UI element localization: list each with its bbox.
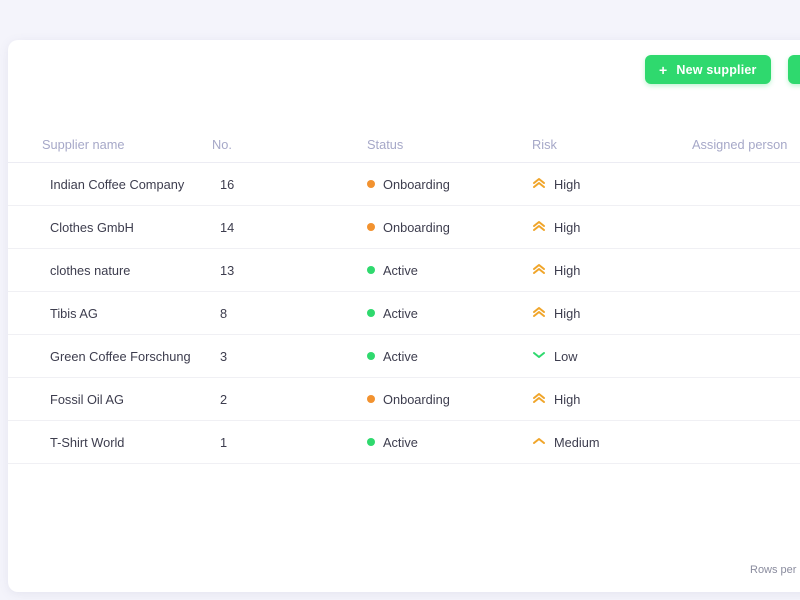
column-header-supplier-name[interactable]: Supplier name [8, 110, 212, 163]
cell-risk: High [532, 163, 692, 206]
cell-supplier-name: clothes nature [8, 249, 212, 292]
cell-assigned-person [692, 335, 800, 378]
table-body: Indian Coffee Company16OnboardingHighClo… [8, 163, 800, 464]
risk-label: Medium [554, 435, 600, 450]
risk-label: High [554, 177, 580, 192]
double-chevron-up-icon [532, 262, 546, 279]
cell-risk: Medium [532, 421, 692, 464]
cell-status: Active [367, 249, 532, 292]
status-label: Onboarding [383, 392, 450, 407]
status-dot-icon [367, 438, 375, 446]
cell-status: Onboarding [367, 378, 532, 421]
table-footer: Rows per page [8, 560, 800, 578]
cell-assigned-person [692, 249, 800, 292]
status-label: Onboarding [383, 220, 450, 235]
cell-risk: High [532, 249, 692, 292]
table-row[interactable]: Clothes GmbH14 Onboarding High [8, 206, 800, 249]
cell-number: 1 [212, 421, 367, 464]
cell-supplier-name: T-Shirt World [8, 421, 212, 464]
chevron-up-icon [532, 434, 546, 451]
suppliers-table-wrapper: Supplier name No. Status Risk Assigned p… [8, 110, 800, 464]
cell-supplier-name: Indian Coffee Company [8, 163, 212, 206]
plus-icon: + [659, 63, 667, 77]
cell-assigned-person [692, 292, 800, 335]
table-row[interactable]: Indian Coffee Company16 Onboarding High [8, 163, 800, 206]
status-dot-icon [367, 266, 375, 274]
cell-number: 3 [212, 335, 367, 378]
risk-label: High [554, 220, 580, 235]
status-label: Active [383, 306, 418, 321]
cell-risk: High [532, 206, 692, 249]
secondary-action-button[interactable] [788, 55, 800, 84]
cell-supplier-name: Fossil Oil AG [8, 378, 212, 421]
table-row[interactable]: Tibis AG8 Active High [8, 292, 800, 335]
double-chevron-up-icon [532, 391, 546, 408]
status-dot-icon [367, 223, 375, 231]
cell-number: 8 [212, 292, 367, 335]
cell-risk: Low [532, 335, 692, 378]
table-row[interactable]: clothes nature13 Active High [8, 249, 800, 292]
cell-status: Onboarding [367, 163, 532, 206]
status-label: Active [383, 435, 418, 450]
status-dot-icon [367, 309, 375, 317]
table-row[interactable]: Fossil Oil AG2 Onboarding High [8, 378, 800, 421]
double-chevron-up-icon [532, 176, 546, 193]
new-supplier-button[interactable]: + New supplier [645, 55, 771, 84]
risk-label: High [554, 263, 580, 278]
double-chevron-up-icon [532, 219, 546, 236]
cell-assigned-person [692, 421, 800, 464]
status-label: Active [383, 349, 418, 364]
column-header-number[interactable]: No. [212, 110, 367, 163]
status-dot-icon [367, 352, 375, 360]
cell-number: 13 [212, 249, 367, 292]
suppliers-card: + New supplier Supplier name No. Status … [8, 40, 800, 592]
status-label: Active [383, 263, 418, 278]
cell-number: 16 [212, 163, 367, 206]
chevron-down-icon [532, 348, 546, 365]
cell-status: Onboarding [367, 206, 532, 249]
cell-assigned-person [692, 378, 800, 421]
suppliers-table: Supplier name No. Status Risk Assigned p… [8, 110, 800, 464]
cell-supplier-name: Tibis AG [8, 292, 212, 335]
cell-status: Active [367, 421, 532, 464]
cell-status: Active [367, 335, 532, 378]
status-label: Onboarding [383, 177, 450, 192]
new-supplier-button-label: New supplier [676, 63, 756, 77]
cell-number: 14 [212, 206, 367, 249]
column-header-status[interactable]: Status [367, 110, 532, 163]
cell-supplier-name: Clothes GmbH [8, 206, 212, 249]
column-header-assigned-person[interactable]: Assigned person [692, 110, 800, 163]
table-header-row: Supplier name No. Status Risk Assigned p… [8, 110, 800, 163]
risk-label: High [554, 392, 580, 407]
table-header: Supplier name No. Status Risk Assigned p… [8, 110, 800, 163]
cell-assigned-person [692, 163, 800, 206]
risk-label: Low [554, 349, 577, 364]
toolbar: + New supplier [8, 40, 800, 110]
cell-risk: High [532, 292, 692, 335]
cell-status: Active [367, 292, 532, 335]
risk-label: High [554, 306, 580, 321]
column-header-risk[interactable]: Risk [532, 110, 692, 163]
status-dot-icon [367, 180, 375, 188]
double-chevron-up-icon [532, 305, 546, 322]
status-dot-icon [367, 395, 375, 403]
table-row[interactable]: Green Coffee Forschung3 Active Low [8, 335, 800, 378]
cell-supplier-name: Green Coffee Forschung [8, 335, 212, 378]
table-row[interactable]: T-Shirt World1 Active Medium [8, 421, 800, 464]
cell-risk: High [532, 378, 692, 421]
cell-number: 2 [212, 378, 367, 421]
cell-assigned-person [692, 206, 800, 249]
rows-per-page-label: Rows per page [750, 564, 800, 576]
